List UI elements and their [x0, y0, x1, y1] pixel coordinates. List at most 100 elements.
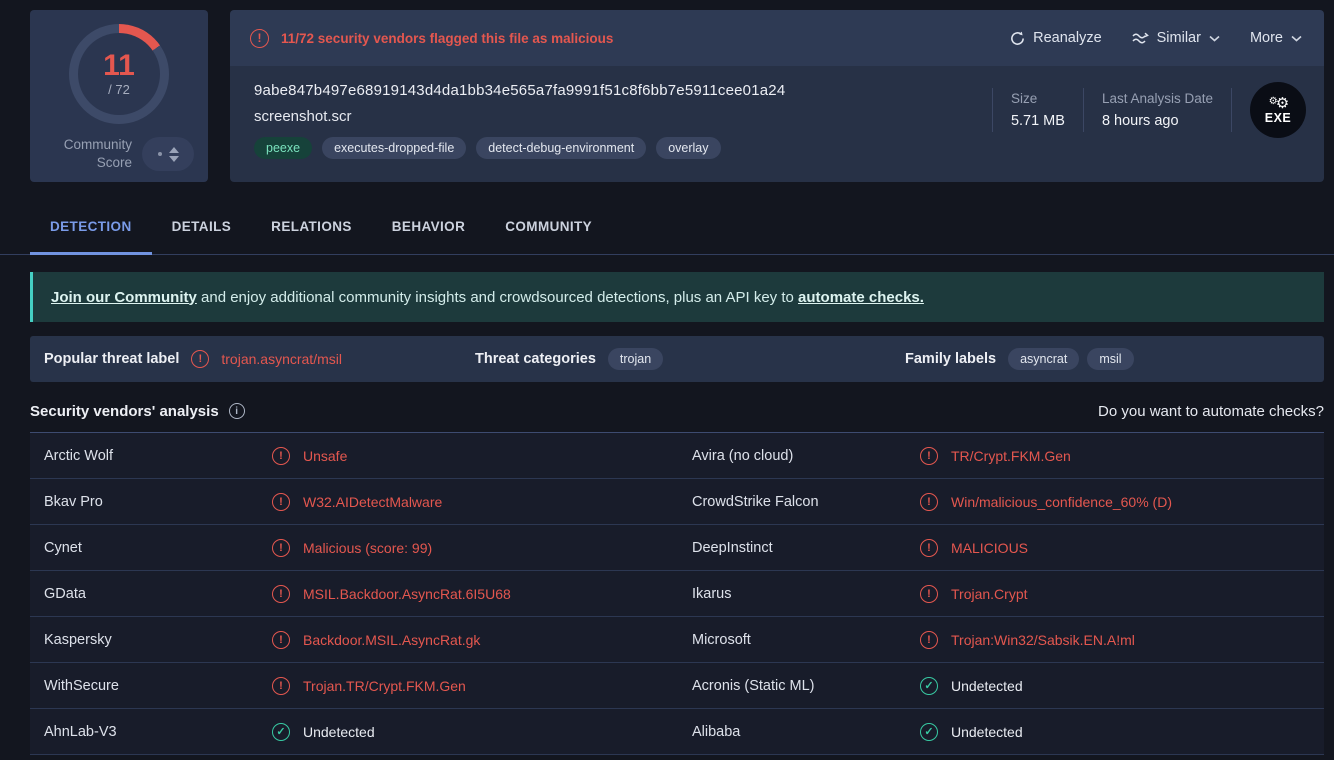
detection-score-ring: 11 / 72 [69, 24, 169, 124]
status-icon: ! [272, 631, 290, 649]
refresh-icon [1010, 31, 1025, 46]
divider [1083, 88, 1084, 132]
filetype-exe-icon: ⚙⚙ EXE [1250, 82, 1306, 138]
automate-checks-prompt: Do you want to automate checks? [1098, 403, 1324, 420]
detection-result: !Unsafe [272, 447, 692, 465]
file-tag[interactable]: overlay [656, 137, 720, 159]
vendor-name: Ikarus [692, 586, 920, 602]
status-icon: ✓ [920, 677, 938, 695]
vendor-name: Microsoft [692, 632, 920, 648]
vote-carets[interactable] [169, 147, 179, 162]
vendor-name: Arctic Wolf [44, 448, 272, 464]
threat-categories-label: Threat categories [475, 351, 596, 367]
file-tag[interactable]: detect-debug-environment [476, 137, 646, 159]
last-analysis-value: 8 hours ago [1102, 113, 1213, 129]
detection-result: !W32.AIDetectMalware [272, 493, 692, 511]
threat-classification-link[interactable]: trojan.asyncrat/msil [221, 351, 342, 367]
status-icon: ✓ [920, 723, 938, 741]
tab-bar: DETECTION DETAILS RELATIONS BEHAVIOR COM… [0, 200, 1334, 255]
file-tag-row: peexe executes-dropped-file detect-debug… [254, 137, 1324, 159]
community-score-label: Community Score [50, 136, 132, 172]
detection-alert-bar: ! 11/72 security vendors flagged this fi… [230, 10, 1324, 66]
file-size-stat: Size 5.71 MB [1011, 91, 1065, 129]
tab-details[interactable]: DETAILS [152, 200, 252, 255]
tab-relations[interactable]: RELATIONS [251, 200, 372, 255]
gears-icon: ⚙⚙ [1269, 96, 1287, 111]
vendor-name: Avira (no cloud) [692, 448, 920, 464]
status-icon: ! [272, 493, 290, 511]
status-icon: ! [920, 585, 938, 603]
table-row: Bkav Pro !W32.AIDetectMalware CrowdStrik… [30, 479, 1324, 525]
status-icon: ! [920, 447, 938, 465]
status-icon: ! [920, 539, 938, 557]
chevron-down-icon [1291, 35, 1302, 42]
alert-icon: ! [250, 29, 269, 48]
detection-result: !Backdoor.MSIL.AsyncRat.gk [272, 631, 692, 649]
tab-community[interactable]: COMMUNITY [485, 200, 612, 255]
join-community-link[interactable]: Join our Community [51, 289, 197, 306]
table-row: Cynet !Malicious (score: 99) DeepInstinc… [30, 525, 1324, 571]
table-row: AhnLab-V3 ✓Undetected Alibaba ✓Undetecte… [30, 709, 1324, 755]
vendors-table: Arctic Wolf !Unsafe Avira (no cloud) !TR… [30, 432, 1324, 755]
family-label-pill[interactable]: asyncrat [1008, 348, 1079, 370]
status-icon: ! [920, 493, 938, 511]
info-icon[interactable]: i [229, 403, 245, 419]
vendor-name: Bkav Pro [44, 494, 272, 510]
vote-down-icon[interactable] [169, 156, 179, 162]
vendor-name: Acronis (Static ML) [692, 678, 920, 694]
status-icon: ! [920, 631, 938, 649]
detection-score-card: 11 / 72 Community Score [30, 10, 208, 182]
popular-threat-label: Popular threat label [44, 351, 179, 367]
status-icon: ! [272, 585, 290, 603]
detection-result: !TR/Crypt.FKM.Gen [920, 447, 1324, 465]
detection-result: ✓Undetected [920, 723, 1324, 741]
vendor-name: Cynet [44, 540, 272, 556]
vendor-name: GData [44, 586, 272, 602]
detection-result: !Malicious (score: 99) [272, 539, 692, 557]
family-label-pill[interactable]: msil [1087, 348, 1133, 370]
file-size-value: 5.71 MB [1011, 113, 1065, 129]
vendor-name: CrowdStrike Falcon [692, 494, 920, 510]
status-icon: ! [272, 677, 290, 695]
vote-dot-icon [158, 152, 162, 156]
detection-result: !MSIL.Backdoor.AsyncRat.6I5U68 [272, 585, 692, 603]
last-analysis-stat: Last Analysis Date 8 hours ago [1102, 91, 1213, 129]
tab-behavior[interactable]: BEHAVIOR [372, 200, 485, 255]
vendor-name: AhnLab-V3 [44, 724, 272, 740]
family-labels-label: Family labels [905, 351, 996, 367]
reanalyze-button[interactable]: Reanalyze [1010, 30, 1102, 46]
detection-result: ✓Undetected [272, 723, 692, 741]
table-row: GData !MSIL.Backdoor.AsyncRat.6I5U68 Ika… [30, 571, 1324, 617]
automate-checks-link[interactable]: automate checks. [798, 289, 924, 306]
table-row: Kaspersky !Backdoor.MSIL.AsyncRat.gk Mic… [30, 617, 1324, 663]
detection-result: !Win/malicious_confidence_60% (D) [920, 493, 1324, 511]
status-icon: ✓ [272, 723, 290, 741]
divider [1231, 88, 1232, 132]
detection-result: !Trojan:Win32/Sabsik.EN.A!ml [920, 631, 1324, 649]
vendors-analysis-title: Security vendors' analysis [30, 403, 219, 420]
status-icon: ! [272, 447, 290, 465]
table-row: Arctic Wolf !Unsafe Avira (no cloud) !TR… [30, 433, 1324, 479]
threat-category-pill[interactable]: trojan [608, 348, 663, 370]
alert-message: 11/72 security vendors flagged this file… [281, 31, 613, 46]
detection-result: ✓Undetected [920, 677, 1324, 695]
detection-result: !MALICIOUS [920, 539, 1324, 557]
vendor-name: DeepInstinct [692, 540, 920, 556]
tab-detection[interactable]: DETECTION [30, 200, 152, 255]
similar-waves-icon [1132, 32, 1149, 44]
vendor-name: Alibaba [692, 724, 920, 740]
more-button[interactable]: More [1250, 30, 1302, 46]
community-vote-widget[interactable] [142, 137, 194, 171]
detection-score-total: / 72 [108, 82, 130, 97]
join-community-banner: Join our Community and enjoy additional … [30, 272, 1324, 322]
detection-score-value: 11 [103, 51, 135, 81]
chevron-down-icon [1209, 35, 1220, 42]
similar-button[interactable]: Similar [1132, 30, 1220, 46]
detection-result: !Trojan.TR/Crypt.FKM.Gen [272, 677, 692, 695]
alert-icon: ! [191, 350, 209, 368]
divider [992, 88, 993, 132]
vendor-name: WithSecure [44, 678, 272, 694]
file-tag[interactable]: peexe [254, 137, 312, 159]
file-tag[interactable]: executes-dropped-file [322, 137, 466, 159]
vote-up-icon[interactable] [169, 147, 179, 153]
